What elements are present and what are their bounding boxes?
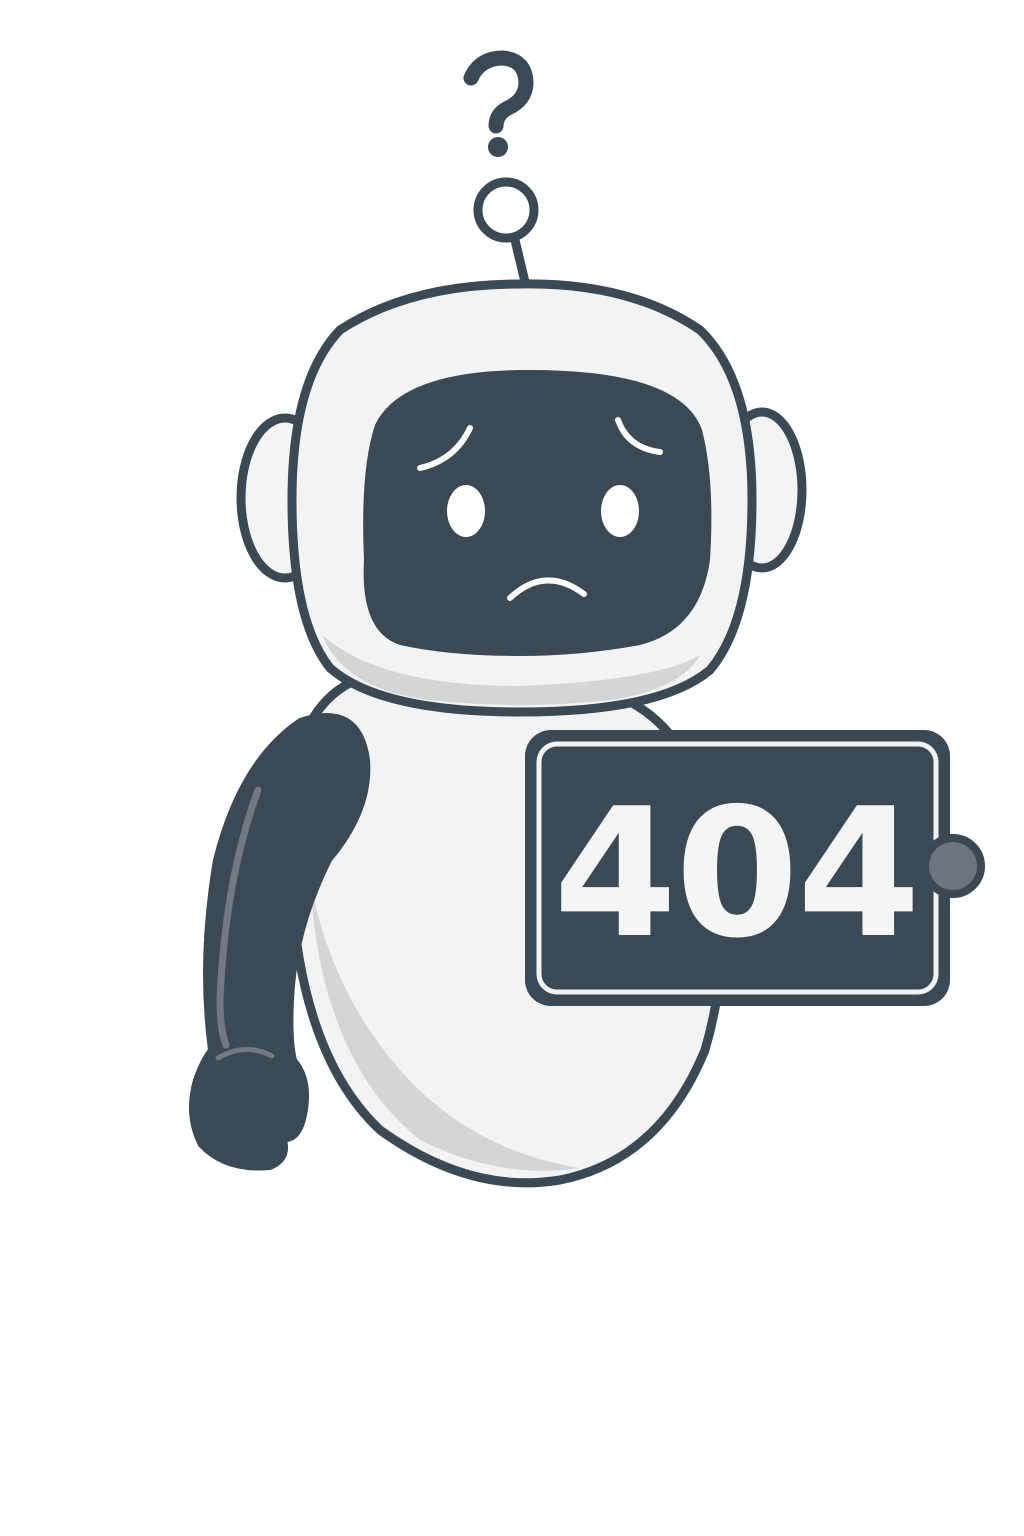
not-found-page: 404 [0, 0, 1024, 1536]
robot-illustration: 404 [189, 50, 985, 1188]
sign-knob [921, 834, 985, 898]
robot-face-screen [363, 369, 712, 656]
left-eye [447, 485, 485, 537]
error-code: 404 [553, 770, 919, 977]
error-sign: 404 [525, 730, 985, 1006]
question-mark-icon [463, 50, 534, 157]
right-eye [601, 485, 639, 537]
antenna-icon [473, 177, 539, 287]
